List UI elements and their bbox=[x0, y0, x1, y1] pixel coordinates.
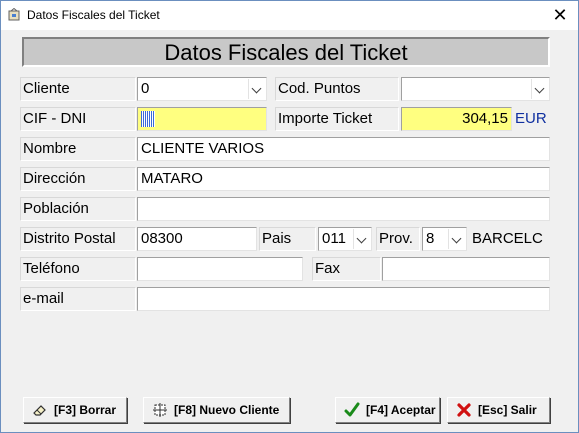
red-x-icon bbox=[457, 403, 471, 417]
chevron-down-icon[interactable] bbox=[248, 79, 265, 99]
nombre-field[interactable]: CLIENTE VARIOS bbox=[137, 137, 550, 161]
title-bar[interactable]: Datos Fiscales del Ticket ✕ bbox=[1, 1, 578, 30]
page-title: Datos Fiscales del Ticket bbox=[22, 37, 550, 67]
fax-field[interactable] bbox=[382, 257, 550, 281]
direccion-field[interactable]: MATARO bbox=[137, 167, 550, 191]
nuevo-cliente-button[interactable]: [F8] Nuevo Cliente bbox=[143, 397, 290, 423]
salir-label: [Esc] Salir bbox=[478, 403, 537, 417]
importe-field[interactable]: 304,15 bbox=[401, 107, 512, 131]
aceptar-label: [F4] Aceptar bbox=[366, 403, 436, 417]
dialog-window: Datos Fiscales del Ticket ✕ Datos Fiscal… bbox=[0, 0, 579, 433]
cod-puntos-select[interactable] bbox=[401, 77, 550, 101]
pais-select[interactable]: 011 bbox=[318, 227, 372, 251]
text-cursor-icon bbox=[141, 111, 155, 127]
close-icon[interactable]: ✕ bbox=[548, 4, 572, 26]
currency-label: EUR bbox=[515, 110, 547, 127]
cif-dni-field[interactable] bbox=[137, 107, 267, 131]
cliente-value: 0 bbox=[141, 80, 150, 97]
direccion-label: Dirección bbox=[20, 167, 136, 191]
prov-label: Prov. bbox=[376, 227, 420, 251]
new-client-icon bbox=[153, 403, 167, 417]
email-label: e-mail bbox=[20, 287, 136, 311]
window-title: Datos Fiscales del Ticket bbox=[27, 8, 160, 22]
telefono-label: Teléfono bbox=[20, 257, 136, 281]
eraser-icon bbox=[33, 405, 46, 416]
distrito-postal-field[interactable]: 08300 bbox=[137, 227, 257, 251]
dialog-body: Datos Fiscales del Ticket Cliente 0 Cod.… bbox=[2, 30, 577, 431]
aceptar-button[interactable]: [F4] Aceptar bbox=[335, 397, 440, 423]
prov-select[interactable]: 8 bbox=[422, 227, 467, 251]
nuevo-cliente-label: [F8] Nuevo Cliente bbox=[174, 403, 280, 417]
prov-name: BARCELC bbox=[472, 230, 543, 247]
importe-label: Importe Ticket bbox=[275, 107, 399, 131]
nombre-label: Nombre bbox=[20, 137, 136, 161]
cliente-select[interactable]: 0 bbox=[137, 77, 267, 101]
chevron-down-icon[interactable] bbox=[353, 229, 370, 249]
poblacion-label: Población bbox=[20, 197, 136, 221]
email-field[interactable] bbox=[137, 287, 550, 311]
fax-label: Fax bbox=[312, 257, 381, 281]
salir-button[interactable]: [Esc] Salir bbox=[447, 397, 550, 423]
distrito-postal-label: Distrito Postal bbox=[20, 227, 136, 251]
borrar-label: [F3] Borrar bbox=[54, 403, 117, 417]
checkmark-icon bbox=[344, 402, 360, 417]
borrar-button[interactable]: [F3] Borrar bbox=[23, 397, 127, 423]
telefono-field[interactable] bbox=[137, 257, 303, 281]
chevron-down-icon[interactable] bbox=[448, 229, 465, 249]
poblacion-field[interactable] bbox=[137, 197, 550, 221]
pais-label: Pais bbox=[259, 227, 316, 251]
pais-value: 011 bbox=[322, 230, 346, 247]
chevron-down-icon[interactable] bbox=[531, 79, 548, 99]
app-icon bbox=[8, 8, 20, 21]
cliente-label: Cliente bbox=[20, 77, 136, 101]
prov-value: 8 bbox=[426, 230, 435, 247]
cod-puntos-label: Cod. Puntos bbox=[275, 77, 399, 101]
cif-dni-label: CIF - DNI bbox=[20, 107, 136, 131]
